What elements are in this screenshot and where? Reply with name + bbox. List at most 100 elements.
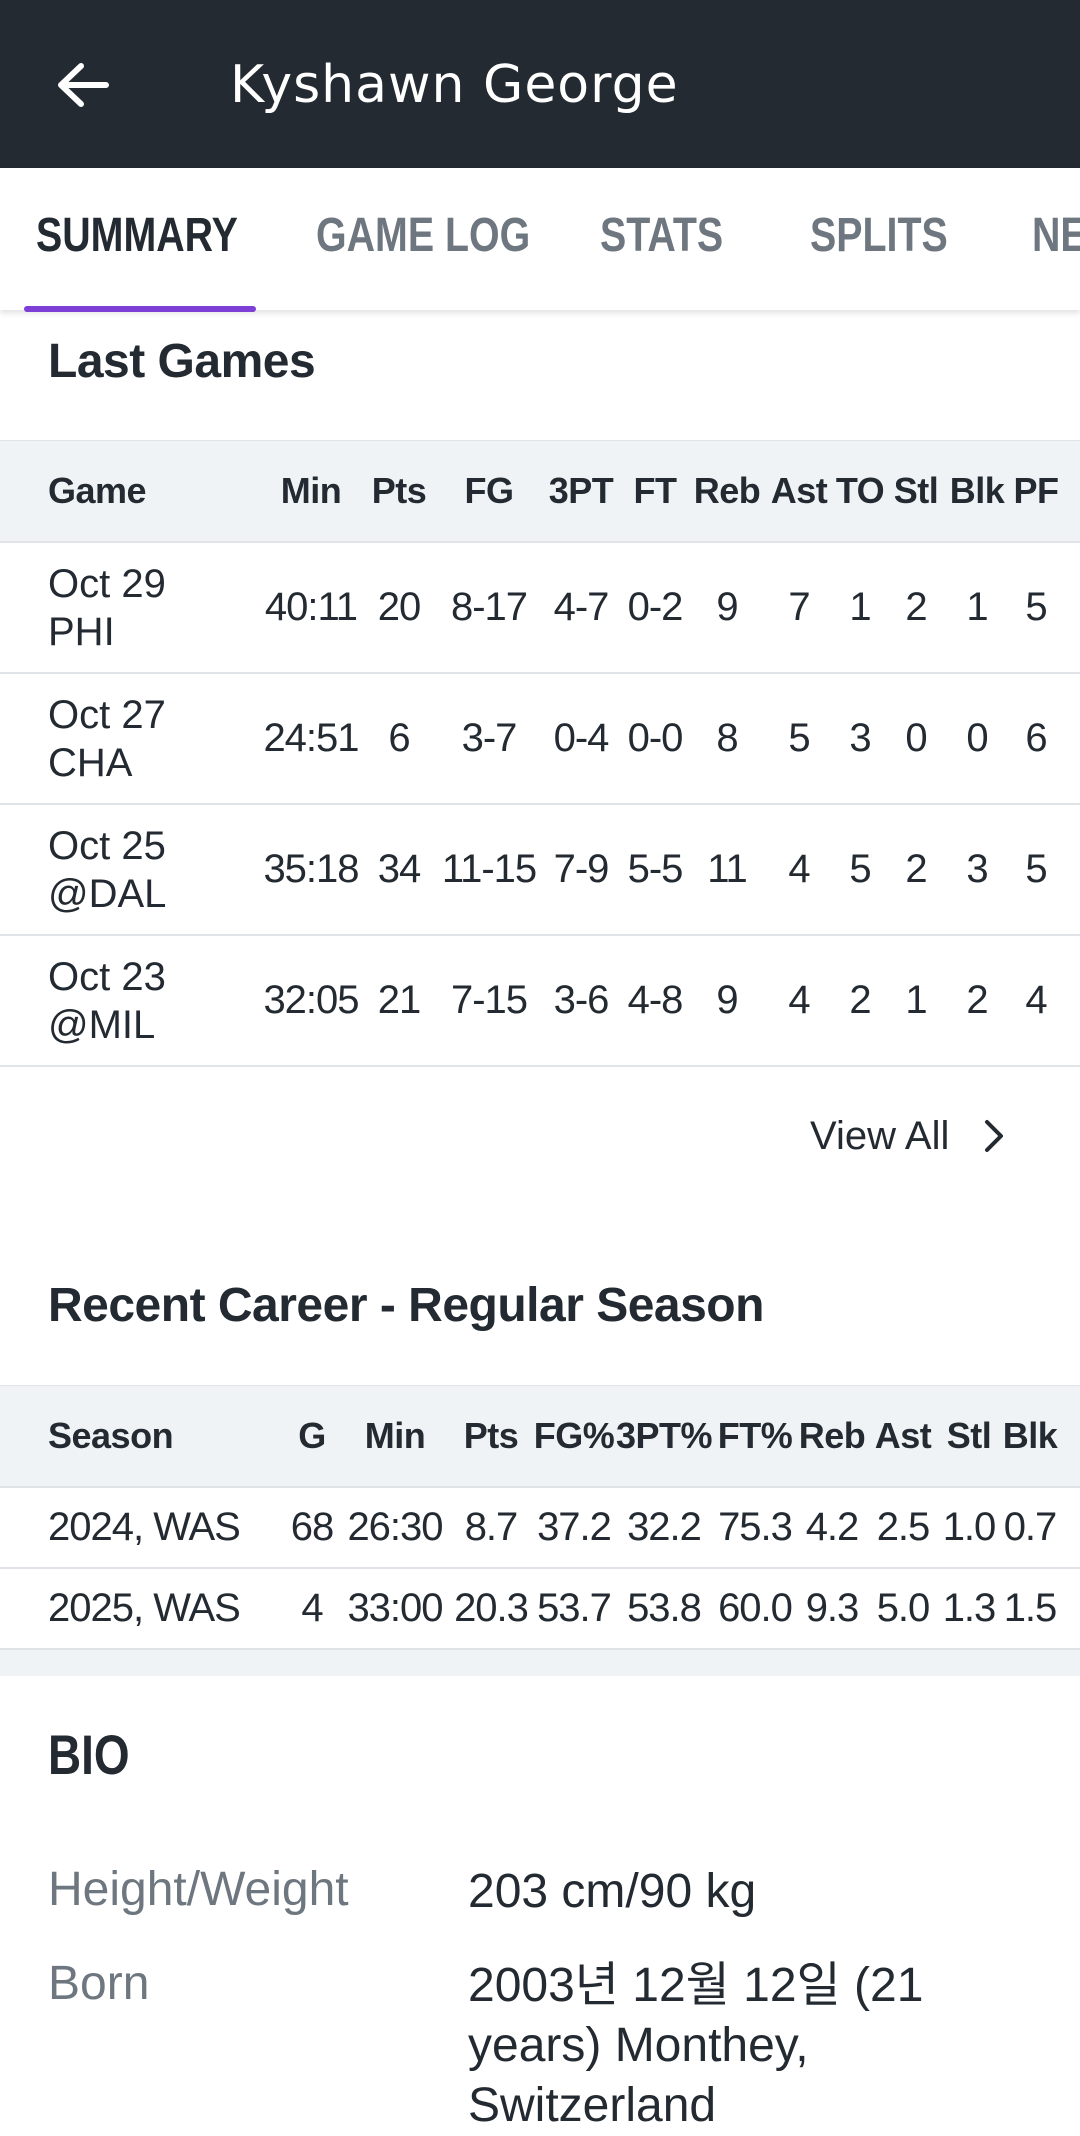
stat-pf: 4 [1025,978,1047,1022]
stat-3pt-pct: 53.8 [627,1586,702,1630]
stat-stl: 1 [905,978,927,1022]
stat-pts: 20 [377,585,422,629]
stat-min: 33:00 [347,1586,443,1630]
stat-fg: 7-15 [450,978,528,1022]
last-games-header: Game Min Pts FG 3PT FT Reb Ast TO Stl Bl… [0,440,1080,543]
game-opponent: @DAL [48,871,167,916]
stat-pf: 5 [1025,847,1047,891]
season-cell: 2024, WAS [48,1505,241,1549]
arrow-left-icon [58,63,109,107]
view-all-link[interactable]: View All [810,1106,1005,1166]
col-3pt: 3PT [548,470,614,511]
stat-pf: 5 [1025,585,1047,629]
game-date: Oct 29 [48,561,166,606]
col-reb: Reb [798,1415,866,1456]
stat-min: 32:05 [263,978,359,1022]
stat-reb: 9 [716,978,738,1022]
stat-blk: 1 [966,585,988,629]
game-cell: Oct 25 @DAL [48,805,238,934]
tab-stats[interactable]: STATS [600,168,723,310]
stat-fg: 3-7 [461,716,518,760]
col-pts: Pts [463,1415,519,1456]
game-date: Oct 25 [48,823,166,868]
stat-g: 68 [290,1505,335,1549]
stat-ft: 0-2 [627,585,684,629]
stat-pts: 8.7 [464,1505,519,1549]
stat-ft-pct: 75.3 [718,1505,793,1549]
season-cell: 2025, WAS [48,1586,241,1630]
game-date: Oct 23 [48,954,166,999]
tab-game-log[interactable]: GAME LOG [316,168,530,310]
stat-ft: 0-0 [627,716,684,760]
stat-pts: 20.3 [454,1586,529,1630]
game-opponent: @MIL [48,1002,156,1047]
bio-label-born: Born [48,1957,150,2010]
stat-3pt: 4-7 [553,585,610,629]
chevron-right-icon [983,1118,1005,1154]
stat-ast: 2.5 [876,1505,931,1549]
stat-min: 40:11 [264,585,358,629]
stat-pts: 21 [377,978,422,1022]
table-row: 2024, WAS 68 26:30 8.7 37.2 32.2 75.3 4.… [0,1488,1080,1569]
stat-stl: 1.3 [942,1586,997,1630]
bio-title: BIO [48,1723,130,1786]
col-game: Game [48,470,147,511]
back-button[interactable] [48,50,118,120]
section-divider [0,1650,1080,1676]
stat-ast: 5.0 [876,1586,931,1630]
game-cell: Oct 27 CHA [48,674,238,803]
stat-blk: 0.7 [1003,1505,1058,1549]
stat-ast: 4 [788,978,810,1022]
table-row[interactable]: Oct 29 PHI 40:11 20 8-17 4-7 0-2 9 7 1 2… [0,543,1080,674]
col-ast: Ast [770,470,828,511]
col-pts: Pts [371,470,427,511]
col-stl: Stl [946,1415,992,1456]
stat-reb: 4.2 [805,1505,860,1549]
stat-fg: 11-15 [441,847,537,891]
col-reb: Reb [693,470,761,511]
stat-ft: 4-8 [627,978,684,1022]
stat-min: 24:51 [263,716,359,760]
active-tab-indicator [24,306,256,312]
col-g: G [298,1415,326,1456]
stat-to: 1 [849,585,871,629]
stat-reb: 9 [716,585,738,629]
tab-splits[interactable]: SPLITS [810,168,948,310]
stat-blk: 0 [966,716,988,760]
stat-blk: 3 [966,847,988,891]
col-blk: Blk [1002,1415,1058,1456]
stat-3pt-pct: 32.2 [627,1505,702,1549]
col-blk: Blk [949,470,1005,511]
stat-stl: 1.0 [942,1505,997,1549]
stat-to: 2 [849,978,871,1022]
stat-ft: 5-5 [627,847,684,891]
stat-3pt: 3-6 [553,978,610,1022]
stat-min: 26:30 [347,1505,443,1549]
bio-value-born: 2003년 12월 12일 (21 years) Monthey, Switze… [468,1959,924,2132]
game-opponent: PHI [48,609,115,654]
table-row[interactable]: Oct 27 CHA 24:51 6 3-7 0-4 0-0 8 5 3 0 0… [0,674,1080,805]
bio-value-height-weight: 203 cm/90 kg [468,1865,757,1918]
tab-summary[interactable]: SUMMARY [36,168,238,310]
game-date: Oct 27 [48,692,166,737]
stat-blk: 2 [966,978,988,1022]
stat-to: 5 [849,847,871,891]
stat-3pt: 7-9 [553,847,610,891]
col-to: TO [835,470,885,511]
game-cell: Oct 29 PHI [48,543,238,672]
table-row[interactable]: Oct 23 @MIL 32:05 21 7-15 3-6 4-8 9 4 2 … [0,936,1080,1067]
view-all-label: View All [810,1113,950,1158]
col-stl: Stl [893,470,939,511]
table-row[interactable]: Oct 25 @DAL 35:18 34 11-15 7-9 5-5 11 4 … [0,805,1080,936]
stat-pts: 34 [377,847,422,891]
stat-ast: 5 [788,716,810,760]
last-games-title: Last Games [48,335,316,388]
table-row: 2025, WAS 4 33:00 20.3 53.7 53.8 60.0 9.… [0,1569,1080,1650]
game-cell: Oct 23 @MIL [48,936,238,1065]
stat-stl: 2 [905,847,927,891]
tab-news[interactable]: NE [1032,168,1080,310]
col-ft: FT [633,470,677,511]
col-3pt-pct: 3PT% [615,1415,713,1456]
game-opponent: CHA [48,740,133,785]
bio-label-height-weight: Height/Weight [48,1863,349,1916]
